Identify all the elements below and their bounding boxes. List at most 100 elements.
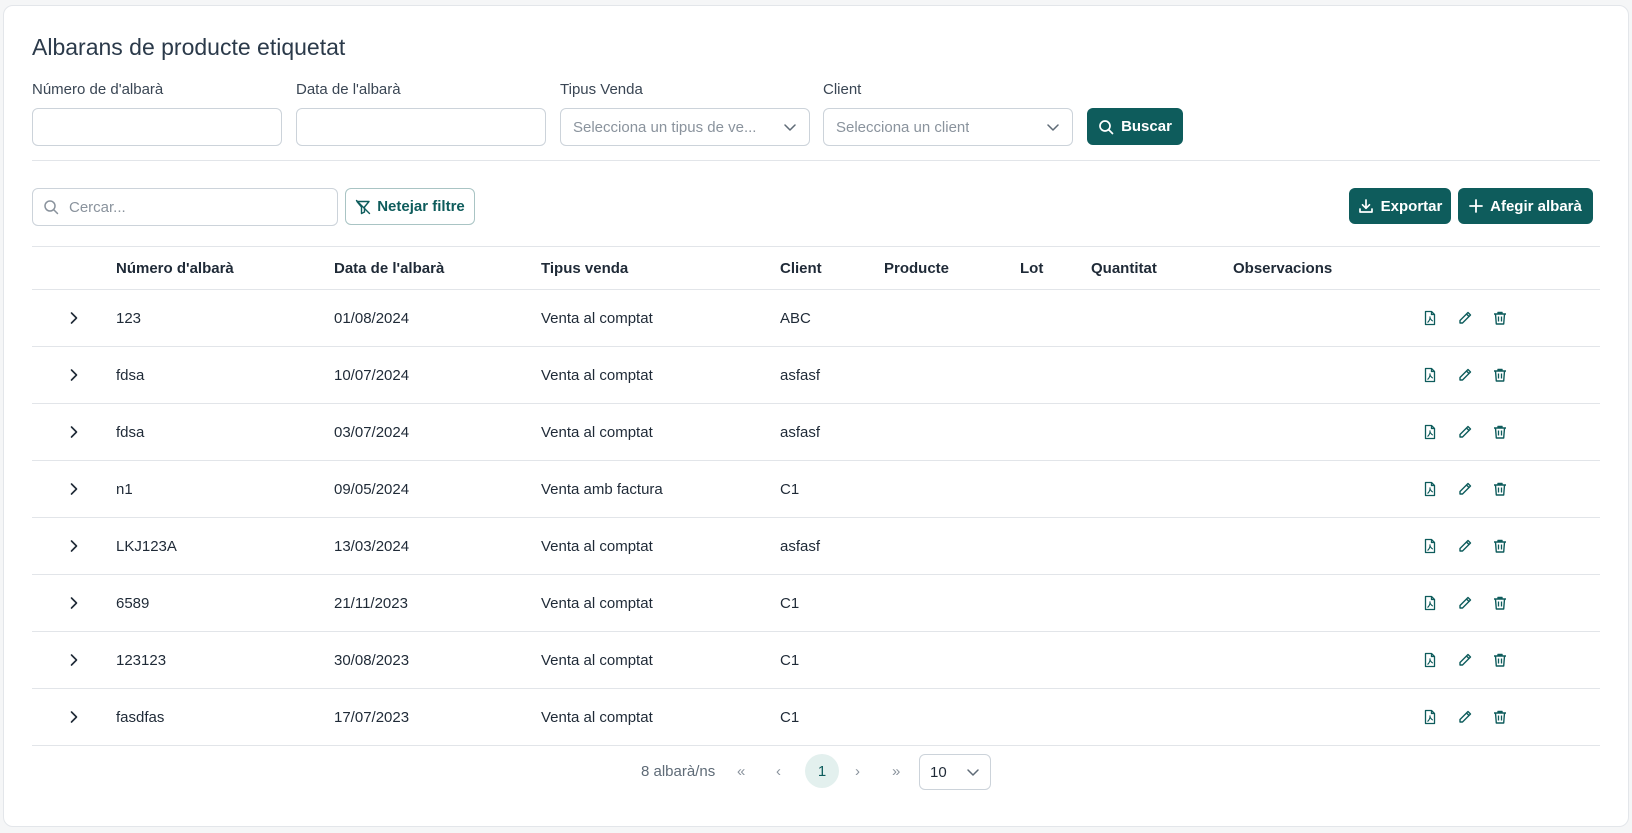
edit-icon[interactable]: [1457, 367, 1473, 383]
header-quantitat[interactable]: Quantitat: [1091, 246, 1233, 290]
chevron-down-icon: [1046, 120, 1060, 134]
edit-icon[interactable]: [1457, 595, 1473, 611]
pdf-icon[interactable]: [1422, 538, 1438, 554]
cell-quantitat: [1091, 517, 1233, 575]
header-tipus[interactable]: Tipus venda: [541, 246, 780, 290]
tipus-venda-select[interactable]: Selecciona un tipus de ve...: [560, 108, 810, 146]
cell-data: 30/08/2023: [334, 631, 541, 689]
edit-icon[interactable]: [1457, 310, 1473, 326]
page-size-select[interactable]: 10: [919, 754, 991, 790]
pdf-icon[interactable]: [1422, 652, 1438, 668]
cell-numero: fasdfas: [116, 688, 334, 746]
next-page-button[interactable]: ›: [855, 763, 860, 780]
page-1-button[interactable]: 1: [805, 754, 839, 788]
cell-quantitat: [1091, 460, 1233, 518]
trash-icon[interactable]: [1492, 595, 1508, 611]
chevron-right-icon: [68, 425, 80, 439]
pdf-icon[interactable]: [1422, 424, 1438, 440]
cell-data: 01/08/2024: [334, 289, 541, 347]
cell-numero: 123: [116, 289, 334, 347]
edit-icon[interactable]: [1457, 538, 1473, 554]
last-page-button[interactable]: »: [892, 763, 900, 780]
cell-numero: fdsa: [116, 403, 334, 461]
header-producte[interactable]: Producte: [884, 246, 1020, 290]
chevron-right-icon: [68, 368, 80, 382]
expand-row-button[interactable]: [32, 425, 116, 439]
pdf-icon[interactable]: [1422, 481, 1438, 497]
header-client[interactable]: Client: [780, 246, 884, 290]
pdf-icon[interactable]: [1422, 367, 1438, 383]
expand-row-button[interactable]: [32, 596, 116, 610]
data-filter-input[interactable]: [296, 108, 546, 146]
cell-producte: [884, 346, 1020, 404]
client-placeholder: Selecciona un client: [836, 118, 970, 136]
trash-icon[interactable]: [1492, 652, 1508, 668]
cell-tipus: Venta al comptat: [541, 403, 780, 461]
cell-numero: 6589: [116, 574, 334, 632]
add-albara-button[interactable]: Afegir albarà: [1458, 188, 1593, 224]
header-lot[interactable]: Lot: [1020, 246, 1091, 290]
expand-row-button[interactable]: [32, 710, 116, 724]
search-button[interactable]: Buscar: [1087, 108, 1183, 145]
client-select[interactable]: Selecciona un client: [823, 108, 1073, 146]
cell-client: ABC: [780, 289, 884, 347]
cell-quantitat: [1091, 631, 1233, 689]
clear-filter-button[interactable]: Netejar filtre: [345, 188, 475, 225]
first-page-button[interactable]: «: [737, 763, 745, 780]
numero-filter-label: Número de d'albarà: [32, 81, 164, 98]
cell-tipus: Venta al comptat: [541, 517, 780, 575]
trash-icon[interactable]: [1492, 367, 1508, 383]
trash-icon[interactable]: [1492, 310, 1508, 326]
trash-icon[interactable]: [1492, 709, 1508, 725]
header-actions: [1422, 246, 1600, 290]
cell-lot: [1020, 346, 1091, 404]
expand-row-button[interactable]: [32, 482, 116, 496]
export-button[interactable]: Exportar: [1349, 188, 1451, 224]
cell-observacions: [1233, 460, 1422, 518]
numero-filter-input[interactable]: [32, 108, 282, 146]
filter-divider: [32, 160, 1600, 161]
trash-icon[interactable]: [1492, 538, 1508, 554]
pdf-icon[interactable]: [1422, 709, 1438, 725]
cell-quantitat: [1091, 346, 1233, 404]
filter-clear-icon: [355, 199, 371, 215]
cell-producte: [884, 517, 1020, 575]
trash-icon[interactable]: [1492, 481, 1508, 497]
cell-client: asfasf: [780, 346, 884, 404]
expand-row-button[interactable]: [32, 653, 116, 667]
edit-icon[interactable]: [1457, 652, 1473, 668]
cell-lot: [1020, 517, 1091, 575]
edit-icon[interactable]: [1457, 424, 1473, 440]
expand-row-button[interactable]: [32, 539, 116, 553]
trash-icon[interactable]: [1492, 424, 1508, 440]
edit-icon[interactable]: [1457, 481, 1473, 497]
record-count: 8 albarà/ns: [641, 763, 716, 780]
page-size-value: 10: [930, 763, 947, 781]
expand-row-button[interactable]: [32, 311, 116, 325]
albarans-table: Número d'albarà Data de l'albarà Tipus v…: [32, 246, 1600, 746]
pdf-icon[interactable]: [1422, 595, 1438, 611]
cell-producte: [884, 403, 1020, 461]
expand-row-button[interactable]: [32, 368, 116, 382]
cell-client: C1: [780, 574, 884, 632]
header-observacions[interactable]: Observacions: [1233, 246, 1422, 290]
cell-data: 21/11/2023: [334, 574, 541, 632]
tipus-venda-placeholder: Selecciona un tipus de ve...: [573, 118, 757, 136]
prev-page-button[interactable]: ‹: [776, 763, 781, 780]
cell-quantitat: [1091, 403, 1233, 461]
cell-client: asfasf: [780, 517, 884, 575]
header-data[interactable]: Data de l'albarà: [334, 246, 541, 290]
chevron-down-icon: [966, 765, 980, 779]
cell-data: 17/07/2023: [334, 688, 541, 746]
table-search-input[interactable]: [69, 198, 309, 216]
table-search-field[interactable]: [32, 188, 338, 226]
pdf-icon[interactable]: [1422, 310, 1438, 326]
cell-observacions: [1233, 688, 1422, 746]
edit-icon[interactable]: [1457, 709, 1473, 725]
cell-quantitat: [1091, 688, 1233, 746]
header-numero[interactable]: Número d'albarà: [116, 246, 334, 290]
cell-tipus: Venta al comptat: [541, 688, 780, 746]
cell-numero: LKJ123A: [116, 517, 334, 575]
table-row: 123123 30/08/2023 Venta al comptat C1: [32, 631, 1600, 689]
cell-observacions: [1233, 631, 1422, 689]
